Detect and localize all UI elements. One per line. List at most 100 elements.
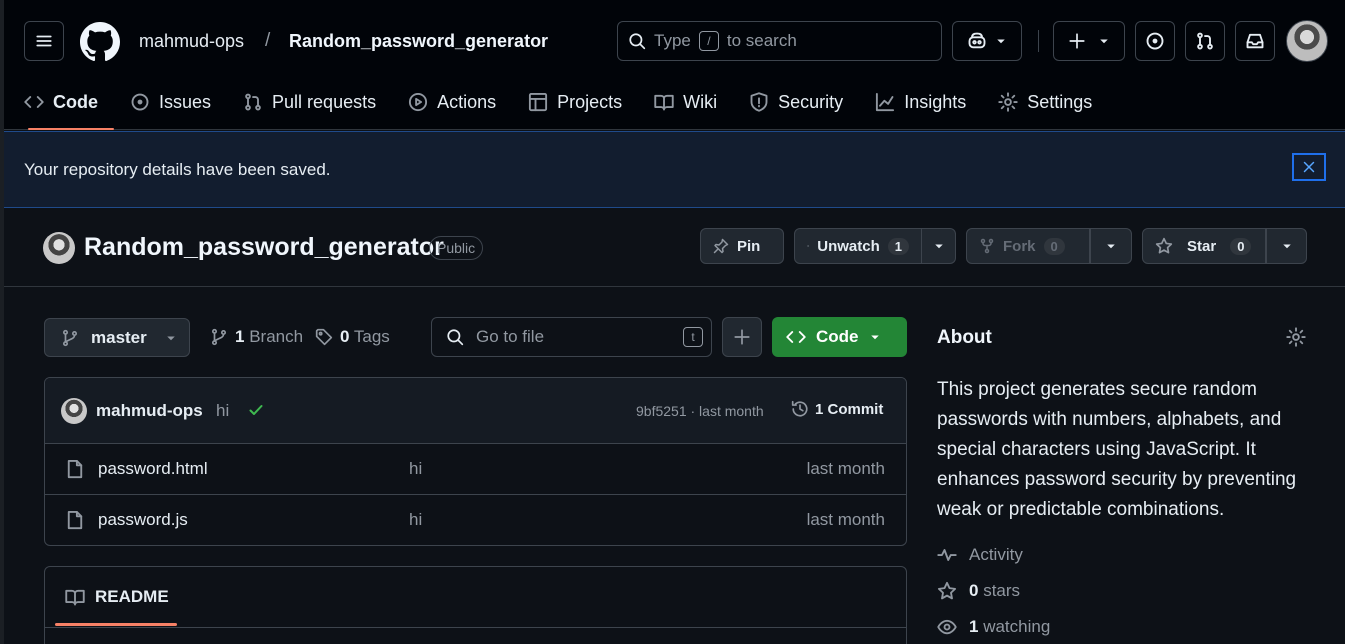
create-new-button[interactable] <box>1053 21 1125 61</box>
branches-count: 1 <box>235 327 245 346</box>
star-dropdown-button[interactable] <box>1266 228 1307 264</box>
watching-label: watching <box>983 617 1051 636</box>
tags-link[interactable]: 0 Tags <box>315 327 390 347</box>
user-avatar[interactable] <box>1286 20 1328 62</box>
activity-link[interactable]: Activity <box>937 545 1023 565</box>
tab-issues-label: Issues <box>159 91 212 112</box>
tags-count: 0 <box>340 327 350 346</box>
commits-link[interactable]: 1 Commit <box>791 400 883 418</box>
watch-dropdown-button[interactable] <box>922 228 956 264</box>
add-file-button[interactable] <box>722 317 762 357</box>
readme-panel: README <box>44 566 907 644</box>
pin-label: Pin <box>737 237 761 255</box>
divider <box>45 627 906 628</box>
readme-tab[interactable]: README <box>65 587 169 607</box>
tab-projects-label: Projects <box>557 91 623 112</box>
stars-label: stars <box>983 581 1021 600</box>
search-prefix: Type <box>654 31 691 50</box>
plus-icon <box>734 329 750 345</box>
commit-author-avatar[interactable] <box>61 398 87 424</box>
breadcrumb-owner[interactable]: mahmud-ops <box>139 31 244 52</box>
flash-close-button[interactable] <box>1292 153 1326 181</box>
breadcrumb-repo[interactable]: Random_password_generator <box>289 31 548 52</box>
star-icon <box>1155 237 1173 254</box>
stars-link[interactable]: 0 stars <box>937 581 1020 601</box>
gear-icon[interactable] <box>1286 327 1306 347</box>
unwatch-label: Unwatch <box>817 237 880 255</box>
go-to-file-shortcut: t <box>683 327 703 347</box>
file-commit-date: last month <box>806 510 885 529</box>
branch-icon <box>211 328 227 346</box>
global-search-input[interactable]: Type / to search <box>617 21 942 61</box>
tab-pull-requests[interactable]: Pull requests <box>227 78 392 126</box>
file-table: mahmud-ops hi 9bf5251 · last month 1 Com… <box>44 377 907 546</box>
chevron-down-icon <box>1282 244 1291 249</box>
tab-insights[interactable]: Insights <box>859 78 982 126</box>
tags-label: Tags <box>353 327 390 346</box>
pin-button[interactable]: Pin <box>700 228 784 264</box>
tab-settings[interactable]: Settings <box>982 78 1108 126</box>
tab-code[interactable]: Code <box>8 78 114 130</box>
tab-pull-requests-label: Pull requests <box>272 91 377 112</box>
tab-wiki-label: Wiki <box>683 91 718 112</box>
tag-icon <box>315 328 333 346</box>
star-button[interactable]: Star 0 <box>1142 228 1266 264</box>
menu-button[interactable] <box>24 21 64 61</box>
pull-requests-button[interactable] <box>1185 21 1225 61</box>
file-name[interactable]: password.html <box>98 459 208 479</box>
repo-title[interactable]: Random_password_generator <box>84 233 444 262</box>
search-shortcut-key: / <box>698 31 719 51</box>
tab-issues[interactable]: Issues <box>114 78 227 126</box>
stars-count: 0 <box>969 581 979 600</box>
star-label: Star <box>1187 237 1217 255</box>
check-icon[interactable] <box>248 402 264 418</box>
inbox-button[interactable] <box>1235 21 1275 61</box>
github-logo-icon[interactable] <box>80 22 120 62</box>
commit-hash-time[interactable]: 9bf5251 · last month <box>636 403 764 419</box>
commit-author[interactable]: mahmud-ops <box>96 401 203 421</box>
history-icon <box>791 400 808 417</box>
tab-projects[interactable]: Projects <box>512 78 638 126</box>
tab-security[interactable]: Security <box>733 78 859 126</box>
branches-link[interactable]: 1 Branch <box>210 327 303 347</box>
tab-wiki[interactable]: Wiki <box>638 78 733 126</box>
issues-button[interactable] <box>1135 21 1175 61</box>
watching-link[interactable]: 1 watching <box>937 617 1050 637</box>
tab-security-label: Security <box>778 91 844 112</box>
file-name[interactable]: password.js <box>98 510 188 530</box>
table-row[interactable]: password.html hi last month <box>45 444 906 495</box>
watch-count: 1 <box>887 237 909 255</box>
star-icon <box>937 581 957 600</box>
branch-selector[interactable]: master <box>44 318 190 357</box>
tab-settings-label: Settings <box>1027 91 1093 112</box>
gear-icon <box>998 92 1018 112</box>
go-to-file-input[interactable]: Go to file t <box>431 317 712 357</box>
readme-label: README <box>95 587 169 606</box>
unwatch-button[interactable]: Unwatch 1 <box>794 228 922 264</box>
owner-avatar[interactable] <box>43 232 75 264</box>
fork-dropdown-button[interactable] <box>1090 228 1132 264</box>
flash-message: Your repository details have been saved. <box>24 160 331 179</box>
star-count: 0 <box>1230 237 1252 255</box>
fork-label: Fork <box>1003 237 1036 255</box>
tab-actions[interactable]: Actions <box>392 78 512 126</box>
book-icon <box>65 589 85 606</box>
commit-message[interactable]: hi <box>216 401 229 421</box>
watching-count: 1 <box>969 617 979 636</box>
copilot-button[interactable] <box>952 21 1022 61</box>
chevron-down-icon <box>997 39 1005 44</box>
commits-count-label: 1 Commit <box>815 400 884 418</box>
shield-icon <box>750 92 768 112</box>
file-commit-message[interactable]: hi <box>409 459 422 479</box>
table-row[interactable]: password.js hi last month <box>45 495 906 545</box>
fork-button[interactable]: Fork 0 <box>966 228 1090 264</box>
file-icon <box>67 459 83 479</box>
code-dropdown-button[interactable]: Code <box>772 317 907 357</box>
file-commit-message[interactable]: hi <box>409 510 422 530</box>
header-divider <box>1038 30 1039 52</box>
pull-request-icon <box>245 93 261 111</box>
branch-name: master <box>91 327 147 347</box>
search-icon <box>447 329 464 346</box>
pull-request-icon <box>1197 32 1213 50</box>
repo-header: Random_password_generator Public Pin Unw… <box>4 208 1345 287</box>
